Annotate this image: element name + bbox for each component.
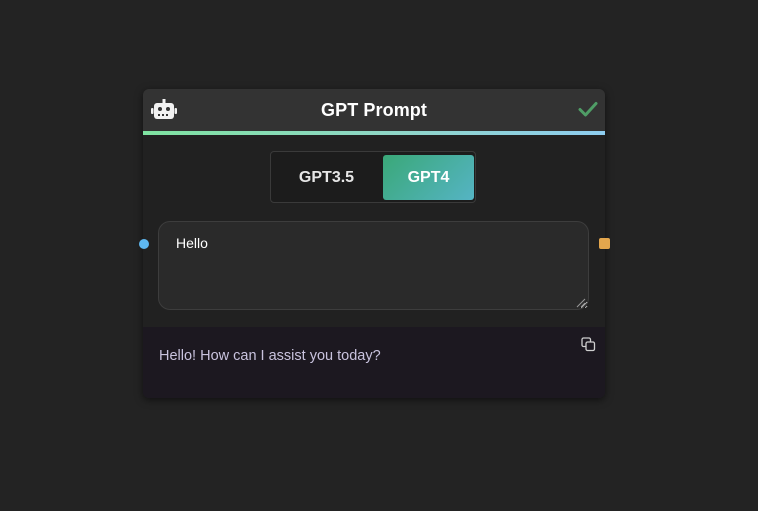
input-port[interactable] [139,239,149,249]
response-text: Hello! How can I assist you today? [159,348,381,364]
gpt-prompt-node[interactable]: GPT Prompt GPT3.5 GPT4 Hello Hello! How … [143,89,605,398]
check-icon [578,102,598,117]
model-option-gpt35[interactable]: GPT3.5 [281,155,372,200]
header-accent-bar [143,131,605,135]
node-title: GPT Prompt [320,99,427,120]
copy-icon[interactable] [581,337,596,352]
model-toggle: GPT3.5 GPT4 [270,151,476,203]
prompt-input[interactable]: Hello [158,221,589,310]
node-header[interactable]: GPT Prompt [143,89,605,131]
model-option-gpt4[interactable]: GPT4 [383,155,474,200]
output-port[interactable] [599,238,610,249]
response-panel: Hello! How can I assist you today? [143,327,605,398]
robot-icon [151,99,177,119]
